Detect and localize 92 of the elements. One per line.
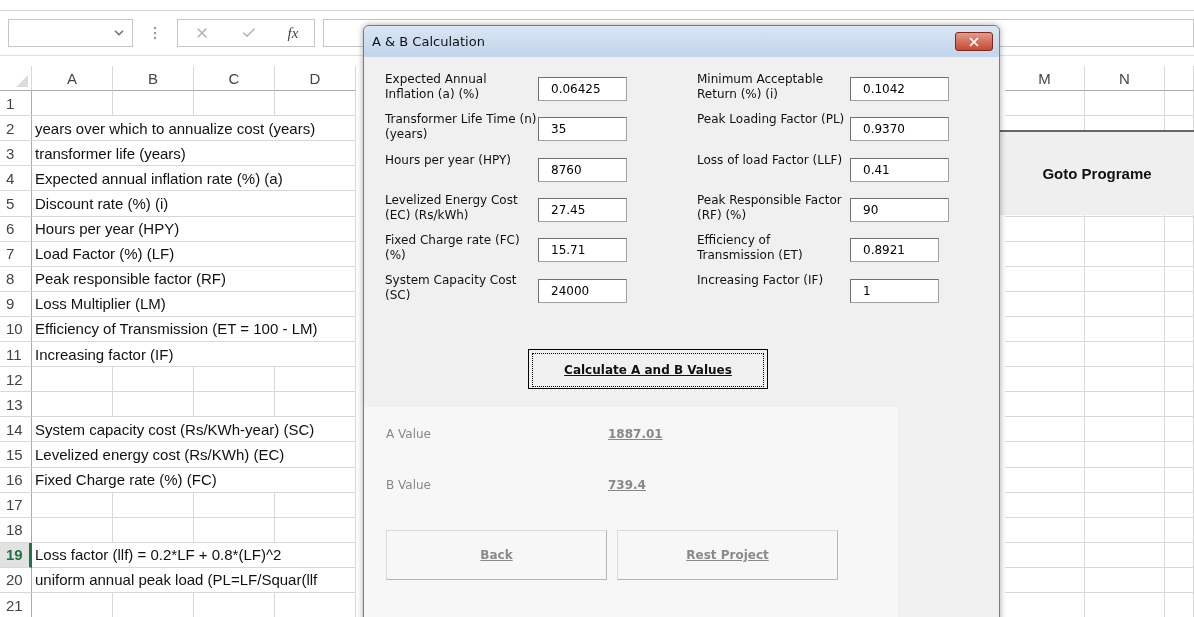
calculate-button[interactable]: Calculate A and B Values <box>528 348 768 389</box>
table-cell: Load Factor (%) (LF) <box>32 241 356 267</box>
table-cell: Efficiency of Transmission (ET = 100 - LM) <box>32 316 356 343</box>
input-field[interactable]: 0.41 <box>850 157 949 182</box>
row-header[interactable]: 18 <box>0 517 32 543</box>
table-cell <box>1165 266 1194 292</box>
table-cell <box>1165 417 1194 443</box>
table-cell: System capacity cost (Rs/KWh-year) (SC) <box>32 417 356 443</box>
table-cell: Increasing factor (IF) <box>32 342 356 368</box>
table-cell <box>1165 291 1194 317</box>
row-header[interactable]: 17 <box>0 492 32 518</box>
row-header[interactable]: 9 <box>0 291 32 317</box>
field-label: Minimum Acceptable Return (%) (i) <box>697 71 824 102</box>
row-header[interactable]: 16 <box>0 467 32 493</box>
table-cell: transformer life (years) <box>32 141 356 167</box>
input-field[interactable]: 0.06425 <box>538 77 627 102</box>
row-header[interactable]: 20 <box>0 567 32 593</box>
table-cell: Expected annual inflation rate (%) (a) <box>32 166 356 192</box>
field-label: Peak Loading Factor (PL) <box>697 111 846 128</box>
row-header[interactable]: 1 <box>0 91 32 117</box>
row-header[interactable]: 4 <box>0 166 32 192</box>
row-header[interactable]: 2 <box>0 116 32 142</box>
column-header[interactable]: A <box>32 66 113 92</box>
input-field[interactable]: 0.8921 <box>850 238 939 263</box>
column-header[interactable]: C <box>194 66 275 92</box>
table-cell: Discount rate (%) (i) <box>32 191 356 217</box>
table-cell: uniform annual peak load (PL=LF/Squar(llf <box>32 567 356 593</box>
table-cell <box>1165 517 1194 543</box>
select-all-icon[interactable] <box>16 75 28 88</box>
column-header[interactable]: N <box>1085 66 1165 92</box>
table-cell <box>1165 442 1194 468</box>
field-label: Expected Annual Inflation (a) (%) <box>385 71 488 102</box>
close-button[interactable] <box>955 32 993 51</box>
table-cell: years over which to annualize cost (years) <box>32 116 356 142</box>
result-label: A Value <box>386 426 432 441</box>
table-cell: Loss factor (llf) = 0.2*LF + 0.8*(LF)^2 <box>32 542 356 568</box>
row-header[interactable]: 19 <box>0 542 32 568</box>
field-label: Increasing Factor (IF) <box>697 272 825 289</box>
field-label: Hours per year (HPY) <box>385 151 512 168</box>
input-field[interactable]: 35 <box>538 117 627 142</box>
table-cell <box>1165 216 1194 242</box>
table-cell <box>1165 367 1194 393</box>
table-cell <box>1165 567 1194 593</box>
window-title: A & B Calculation <box>372 34 485 49</box>
grip-icon <box>153 26 157 40</box>
insert-function-button[interactable]: fx <box>287 24 299 42</box>
row-header[interactable]: 14 <box>0 417 32 443</box>
table-cell <box>1165 316 1194 343</box>
table-cell <box>1165 342 1194 368</box>
field-label: Levelized Energy Cost (EC) (Rs/kWh) <box>385 191 519 223</box>
table-cell: Peak responsible factor (RF) <box>32 266 356 292</box>
row-header[interactable]: 11 <box>0 342 32 368</box>
column-header[interactable]: D <box>275 66 356 92</box>
input-field[interactable]: 0.1042 <box>850 77 949 102</box>
table-cell <box>1165 467 1194 493</box>
field-label: System Capacity Cost (SC) <box>385 272 518 304</box>
row-header[interactable]: 6 <box>0 216 32 242</box>
result-label: B Value <box>386 477 432 492</box>
row-header[interactable]: 13 <box>0 392 32 418</box>
field-label: Efficiency of Transmission (ET) <box>697 232 804 264</box>
input-field[interactable]: 15.71 <box>538 238 627 263</box>
input-field[interactable]: 8760 <box>538 157 627 182</box>
input-field[interactable]: 90 <box>850 198 949 223</box>
result-value: 1887.01 <box>608 426 663 441</box>
table-cell <box>1165 492 1194 518</box>
table-cell: Hours per year (HPY) <box>32 216 356 242</box>
row-header[interactable]: 5 <box>0 191 32 217</box>
result-value: 739.4 <box>608 477 646 492</box>
row-header[interactable]: 3 <box>0 141 32 167</box>
row-header[interactable]: 12 <box>0 367 32 393</box>
field-label: Loss of load Factor (LLF) <box>697 151 844 168</box>
table-cell <box>1165 542 1194 568</box>
field-label: Peak Responsible Factor (RF) (%) <box>697 191 843 223</box>
table-cell: Loss Multiplier (LM) <box>32 291 356 317</box>
table-cell: Levelized energy cost (Rs/KWh) (EC) <box>32 442 356 468</box>
row-header[interactable]: 15 <box>0 442 32 468</box>
column-header[interactable] <box>1165 66 1194 92</box>
input-field[interactable]: 1 <box>850 278 939 303</box>
table-cell <box>1165 392 1194 418</box>
goto-program-button[interactable]: Goto Programe <box>1000 130 1194 215</box>
table-cell <box>1165 241 1194 267</box>
field-label: Transformer Life Time (n) (years) <box>385 111 538 143</box>
row-header[interactable]: 7 <box>0 241 32 267</box>
column-header[interactable]: M <box>1005 66 1085 92</box>
input-field[interactable]: 27.45 <box>538 198 627 223</box>
field-label: Fixed Charge rate (FC) (%) <box>385 232 521 264</box>
column-header[interactable]: B <box>113 66 194 92</box>
row-header[interactable]: 8 <box>0 266 32 292</box>
row-header[interactable]: 10 <box>0 316 32 343</box>
input-field[interactable]: 0.9370 <box>850 117 949 142</box>
table-cell: Fixed Charge rate (%) (FC) <box>32 467 356 493</box>
input-field[interactable]: 24000 <box>538 278 627 303</box>
